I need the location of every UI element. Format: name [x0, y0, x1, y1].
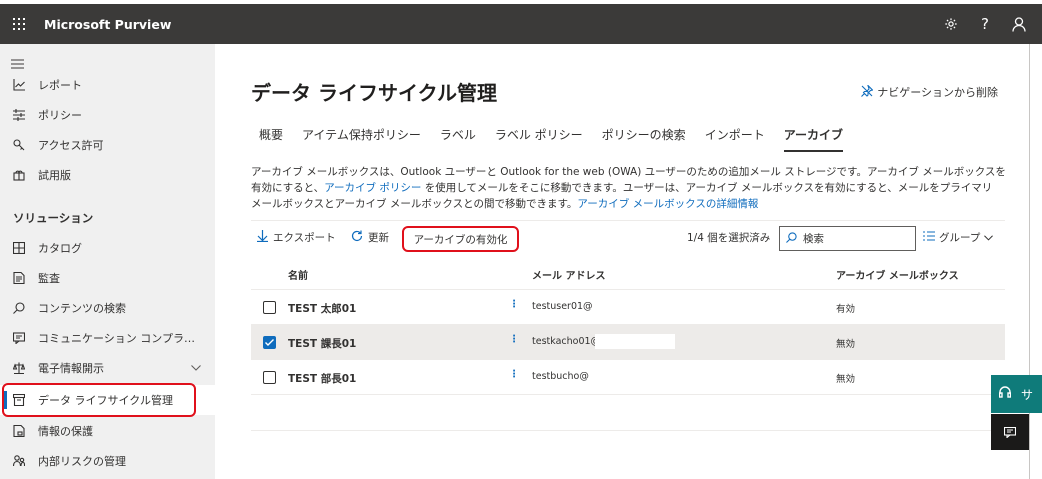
table-bottom-divider: [251, 430, 1005, 431]
selection-count: 1/4 個を選択済み: [687, 232, 771, 244]
policy-icon: [0, 109, 38, 121]
row-mail: testbucho@: [532, 371, 589, 382]
archive-policy-link[interactable]: アーカイブ ポリシー: [324, 182, 421, 194]
top-bar: Microsoft Purview ?: [0, 0, 1042, 44]
sidebar-item-trials[interactable]: 試用版: [0, 160, 215, 190]
headset-icon: [998, 386, 1012, 402]
download-icon: [257, 230, 268, 245]
search-icon: [786, 231, 797, 246]
column-header-name[interactable]: 名前: [288, 267, 308, 282]
sidebar-item-content-search[interactable]: コンテンツの検索: [0, 293, 215, 323]
row-archive-status: 無効: [836, 339, 856, 350]
description: アーカイブ メールボックスは、Outlook ユーザーと Outlook for…: [251, 166, 1006, 210]
account-icon[interactable]: [1002, 4, 1036, 44]
sidebar-item-reports[interactable]: レポート: [0, 70, 215, 100]
tab-import[interactable]: インポート: [705, 126, 765, 150]
export-button[interactable]: エクスポート: [257, 230, 336, 245]
tab-archive[interactable]: アーカイブ: [783, 126, 844, 152]
app-title[interactable]: Microsoft Purview: [44, 17, 171, 32]
sidebar-item-ediscovery[interactable]: 電子情報開示: [0, 353, 215, 383]
row-checkbox[interactable]: [263, 371, 276, 384]
chart-icon: [0, 79, 38, 91]
table-row[interactable]: TEST 太郎01 ⋮ testuser01@ 有効: [251, 290, 1005, 325]
table-row[interactable]: TEST 課長01 ⋮ testkacho01@ 無効: [251, 325, 1005, 360]
tab-label-policies[interactable]: ラベル ポリシー: [495, 126, 583, 150]
row-name[interactable]: TEST 太郎01: [288, 301, 356, 316]
scroll-edge: [1029, 44, 1030, 479]
row-mail: testkacho01@: [532, 336, 601, 347]
column-header-archive[interactable]: アーカイブ メールボックス: [836, 267, 959, 282]
row-mail: testuser01@: [532, 301, 593, 312]
more-options-icon[interactable]: ⋮: [509, 299, 519, 310]
app-launcher-icon[interactable]: [0, 4, 38, 44]
table-row[interactable]: TEST 部長01 ⋮ testbucho@ 無効: [251, 360, 1005, 395]
row-checkbox[interactable]: [263, 301, 276, 314]
column-header-mail[interactable]: メール アドレス: [532, 267, 605, 282]
row-archive-status: 有効: [836, 304, 856, 315]
row-name[interactable]: TEST 部長01: [288, 371, 356, 386]
support-button[interactable]: サ: [991, 375, 1042, 413]
group-by-button[interactable]: グループ: [923, 230, 994, 245]
command-bar: エクスポート 更新 アーカイブの有効化 1/4 個を選択済み 検索 グループ: [251, 220, 1005, 254]
search-icon: [0, 302, 38, 314]
unpin-icon: [861, 83, 874, 100]
tab-bar: 概要 アイテム保持ポリシー ラベル ラベル ポリシー ポリシーの検索 インポート…: [259, 126, 862, 152]
enable-archive-button[interactable]: アーカイブの有効化: [402, 226, 519, 252]
redaction-box: [595, 334, 675, 349]
sidebar-section-solutions: ソリューション: [13, 211, 94, 225]
tab-policy-lookup[interactable]: ポリシーの検索: [602, 126, 686, 150]
sidebar-item-permissions[interactable]: アクセス許可: [0, 130, 215, 160]
tab-retention-policies[interactable]: アイテム保持ポリシー: [302, 126, 421, 150]
audit-icon: [0, 272, 38, 284]
users-icon: [0, 455, 38, 467]
chevron-down-icon: [984, 232, 994, 244]
more-options-icon[interactable]: ⋮: [509, 334, 519, 345]
sidebar-item-audit[interactable]: 監査: [0, 263, 215, 293]
refresh-icon: [351, 230, 363, 245]
help-icon[interactable]: ?: [968, 4, 1002, 44]
table-header: 名前 メール アドレス アーカイブ メールボックス: [251, 258, 1005, 290]
search-placeholder: 検索: [803, 233, 824, 245]
row-archive-status: 無効: [836, 374, 856, 385]
row-checkbox[interactable]: [263, 336, 276, 349]
remove-nav-label: ナビゲーションから削除: [877, 86, 998, 99]
sidebar-item-catalog[interactable]: カタログ: [0, 233, 215, 263]
tab-overview[interactable]: 概要: [259, 126, 283, 150]
highlight-box-nav: [2, 383, 196, 417]
row-name[interactable]: TEST 課長01: [288, 336, 356, 351]
feedback-button[interactable]: [991, 414, 1029, 450]
trial-icon: [0, 169, 38, 181]
archive-learn-more-link[interactable]: アーカイブ メールボックスの詳細情報: [577, 198, 758, 210]
key-icon: [0, 139, 38, 151]
ediscovery-icon: [0, 362, 38, 374]
tab-labels[interactable]: ラベル: [440, 126, 476, 150]
search-input[interactable]: 検索: [779, 226, 916, 251]
protect-icon: [0, 425, 38, 437]
chat-icon: [0, 332, 38, 344]
feedback-icon: [1003, 423, 1017, 442]
more-options-icon[interactable]: ⋮: [509, 369, 519, 380]
settings-gear-icon[interactable]: [934, 4, 968, 44]
sidebar-item-communication-compliance[interactable]: コミュニケーション コンプライアンス: [0, 323, 215, 353]
sidebar-item-insider-risk[interactable]: 内部リスクの管理: [0, 446, 215, 476]
chevron-down-icon[interactable]: [191, 363, 201, 374]
sidebar-item-information-protection[interactable]: 情報の保護: [0, 416, 215, 446]
group-list-icon: [923, 231, 935, 244]
page-title: データ ライフサイクル管理: [251, 81, 497, 105]
support-label: サ: [1021, 387, 1034, 402]
remove-from-nav-button[interactable]: ナビゲーションから削除: [861, 83, 998, 100]
sidebar-item-policies[interactable]: ポリシー: [0, 100, 215, 130]
refresh-button[interactable]: 更新: [351, 230, 389, 245]
catalog-icon: [0, 242, 38, 254]
